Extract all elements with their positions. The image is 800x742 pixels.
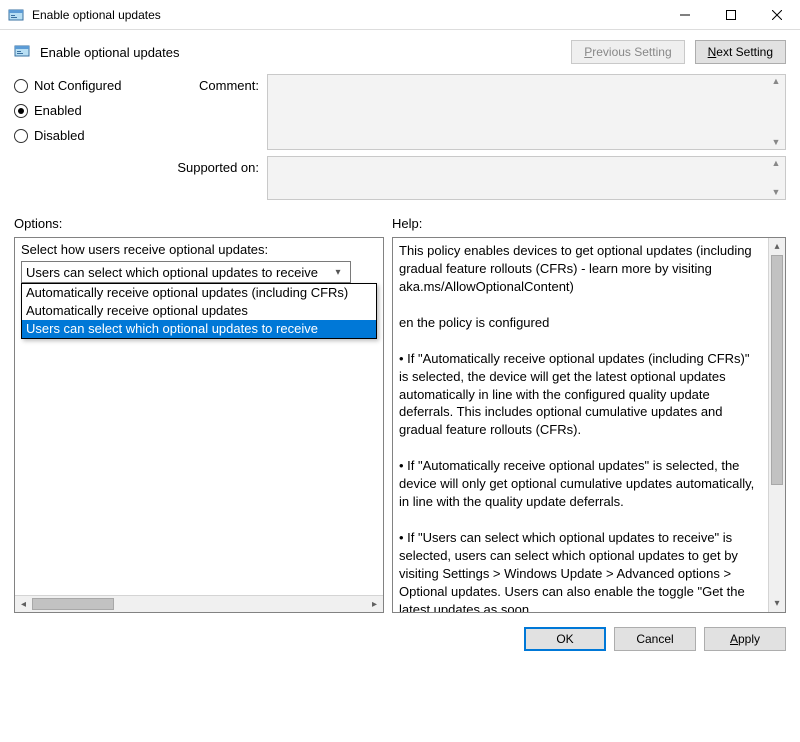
help-paragraph: • If "Automatically receive optional upd…	[399, 457, 762, 511]
dialog-footer: OK Cancel Apply	[0, 613, 800, 665]
help-paragraph: • If "Automatically receive optional upd…	[399, 350, 762, 440]
scroll-thumb[interactable]	[771, 255, 783, 485]
help-vscrollbar[interactable]: ▴ ▾	[768, 238, 785, 612]
options-dropdown[interactable]: Users can select which optional updates …	[21, 261, 351, 283]
help-text: This policy enables devices to get optio…	[393, 238, 768, 612]
maximize-button[interactable]	[708, 0, 754, 30]
comment-scrollbar[interactable]: ▲▼	[767, 75, 785, 149]
help-paragraph: This policy enables devices to get optio…	[399, 242, 762, 296]
radio-label: Enabled	[34, 103, 82, 118]
supported-label: Supported on:	[159, 156, 259, 175]
radio-enabled[interactable]: Enabled	[14, 103, 159, 118]
app-icon	[8, 7, 24, 23]
state-radio-group: Not Configured Enabled Disabled	[14, 74, 159, 200]
cancel-button[interactable]: Cancel	[614, 627, 696, 651]
options-combo[interactable]: Users can select which optional updates …	[21, 261, 351, 283]
scroll-thumb[interactable]	[32, 598, 114, 610]
minimize-button[interactable]	[662, 0, 708, 30]
scroll-right-icon[interactable]: ▸	[366, 596, 383, 613]
next-setting-button[interactable]: Next Setting	[695, 40, 786, 64]
help-paragraph: • If "Users can select which optional up…	[399, 529, 762, 612]
options-dropdown-list[interactable]: Automatically receive optional updates (…	[21, 283, 377, 339]
supported-scrollbar[interactable]: ▲▼	[767, 157, 785, 199]
scroll-left-icon[interactable]: ◂	[15, 596, 32, 613]
options-item[interactable]: Automatically receive optional updates (…	[22, 284, 376, 302]
radio-disabled[interactable]: Disabled	[14, 128, 159, 143]
ok-button[interactable]: OK	[524, 627, 606, 651]
scroll-up-icon[interactable]: ▴	[769, 238, 785, 255]
supported-on-box: ▲▼	[267, 156, 786, 200]
close-button[interactable]	[754, 0, 800, 30]
comment-textarea[interactable]: ▲▼	[267, 74, 786, 150]
sub-header: Enable optional updates Previous Setting…	[0, 30, 800, 72]
options-selected-value: Users can select which optional updates …	[26, 265, 318, 280]
chevron-down-icon: ▾	[330, 267, 346, 278]
policy-title: Enable optional updates	[40, 45, 561, 60]
window-title: Enable optional updates	[32, 8, 662, 22]
options-label: Options:	[14, 216, 392, 231]
options-item[interactable]: Users can select which optional updates …	[22, 320, 376, 338]
policy-icon	[14, 43, 30, 62]
radio-not-configured[interactable]: Not Configured	[14, 78, 159, 93]
options-hscrollbar[interactable]: ◂ ▸	[15, 595, 383, 612]
apply-button[interactable]: Apply	[704, 627, 786, 651]
radio-label: Not Configured	[34, 78, 121, 93]
help-pane: This policy enables devices to get optio…	[392, 237, 786, 613]
titlebar[interactable]: Enable optional updates	[0, 0, 800, 30]
previous-setting-button: Previous Setting	[571, 40, 684, 64]
options-pane: Select how users receive optional update…	[14, 237, 384, 613]
help-label: Help:	[392, 216, 786, 231]
options-item[interactable]: Automatically receive optional updates	[22, 302, 376, 320]
comment-label: Comment:	[159, 74, 259, 93]
scroll-down-icon[interactable]: ▾	[769, 595, 785, 612]
options-prompt: Select how users receive optional update…	[21, 242, 377, 257]
radio-label: Disabled	[34, 128, 85, 143]
help-paragraph: en the policy is configured	[399, 314, 762, 332]
